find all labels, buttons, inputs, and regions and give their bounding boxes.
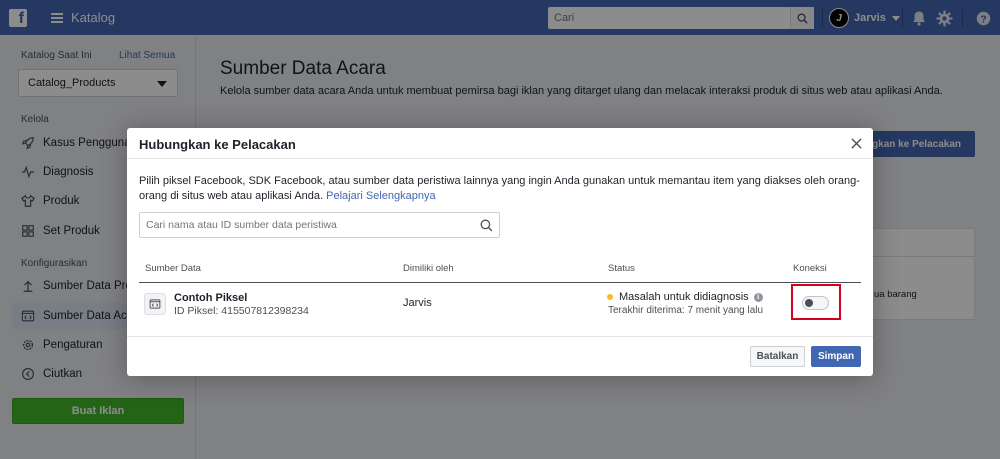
status-last-received: Terakhir diterima: 7 menit yang lalu bbox=[608, 305, 764, 316]
pixel-icon bbox=[144, 293, 166, 315]
pixel-owner: Jarvis bbox=[403, 297, 432, 309]
event-source-search-input[interactable] bbox=[140, 213, 473, 237]
connection-toggle[interactable] bbox=[802, 296, 829, 310]
close-icon[interactable] bbox=[848, 135, 864, 151]
status-text: Masalah untuk didiagnosis bbox=[619, 291, 749, 303]
column-header-status: Status bbox=[608, 263, 635, 274]
search-icon[interactable] bbox=[473, 213, 499, 237]
pixel-id: ID Piksel: 415507812398234 bbox=[174, 305, 309, 317]
save-button[interactable]: Simpan bbox=[811, 346, 861, 367]
pixel-status: Masalah untuk didiagnosis i bbox=[619, 291, 763, 303]
table-row-divider bbox=[127, 336, 873, 337]
dialog-description-text: Pilih piksel Facebook, SDK Facebook, ata… bbox=[139, 175, 860, 202]
cancel-button[interactable]: Batalkan bbox=[750, 346, 805, 367]
toggle-knob bbox=[805, 299, 813, 307]
connect-tracking-dialog: Hubungkan ke Pelacakan Pilih piksel Face… bbox=[127, 128, 873, 376]
dialog-description: Pilih piksel Facebook, SDK Facebook, ata… bbox=[139, 174, 861, 204]
dialog-header: Hubungkan ke Pelacakan bbox=[127, 128, 873, 159]
info-icon[interactable]: i bbox=[753, 292, 763, 302]
dialog-title: Hubungkan ke Pelacakan bbox=[139, 137, 296, 152]
pixel-name: Contoh Piksel bbox=[174, 292, 248, 304]
learn-more-link[interactable]: Pelajari Selengkapnya bbox=[326, 190, 435, 202]
event-source-search bbox=[139, 212, 500, 238]
column-header-source: Sumber Data bbox=[145, 263, 201, 274]
column-header-owner: Dimiliki oleh bbox=[403, 263, 454, 274]
status-warning-dot bbox=[607, 294, 613, 300]
table-header-divider bbox=[139, 282, 861, 283]
column-header-connection: Koneksi bbox=[793, 263, 827, 274]
